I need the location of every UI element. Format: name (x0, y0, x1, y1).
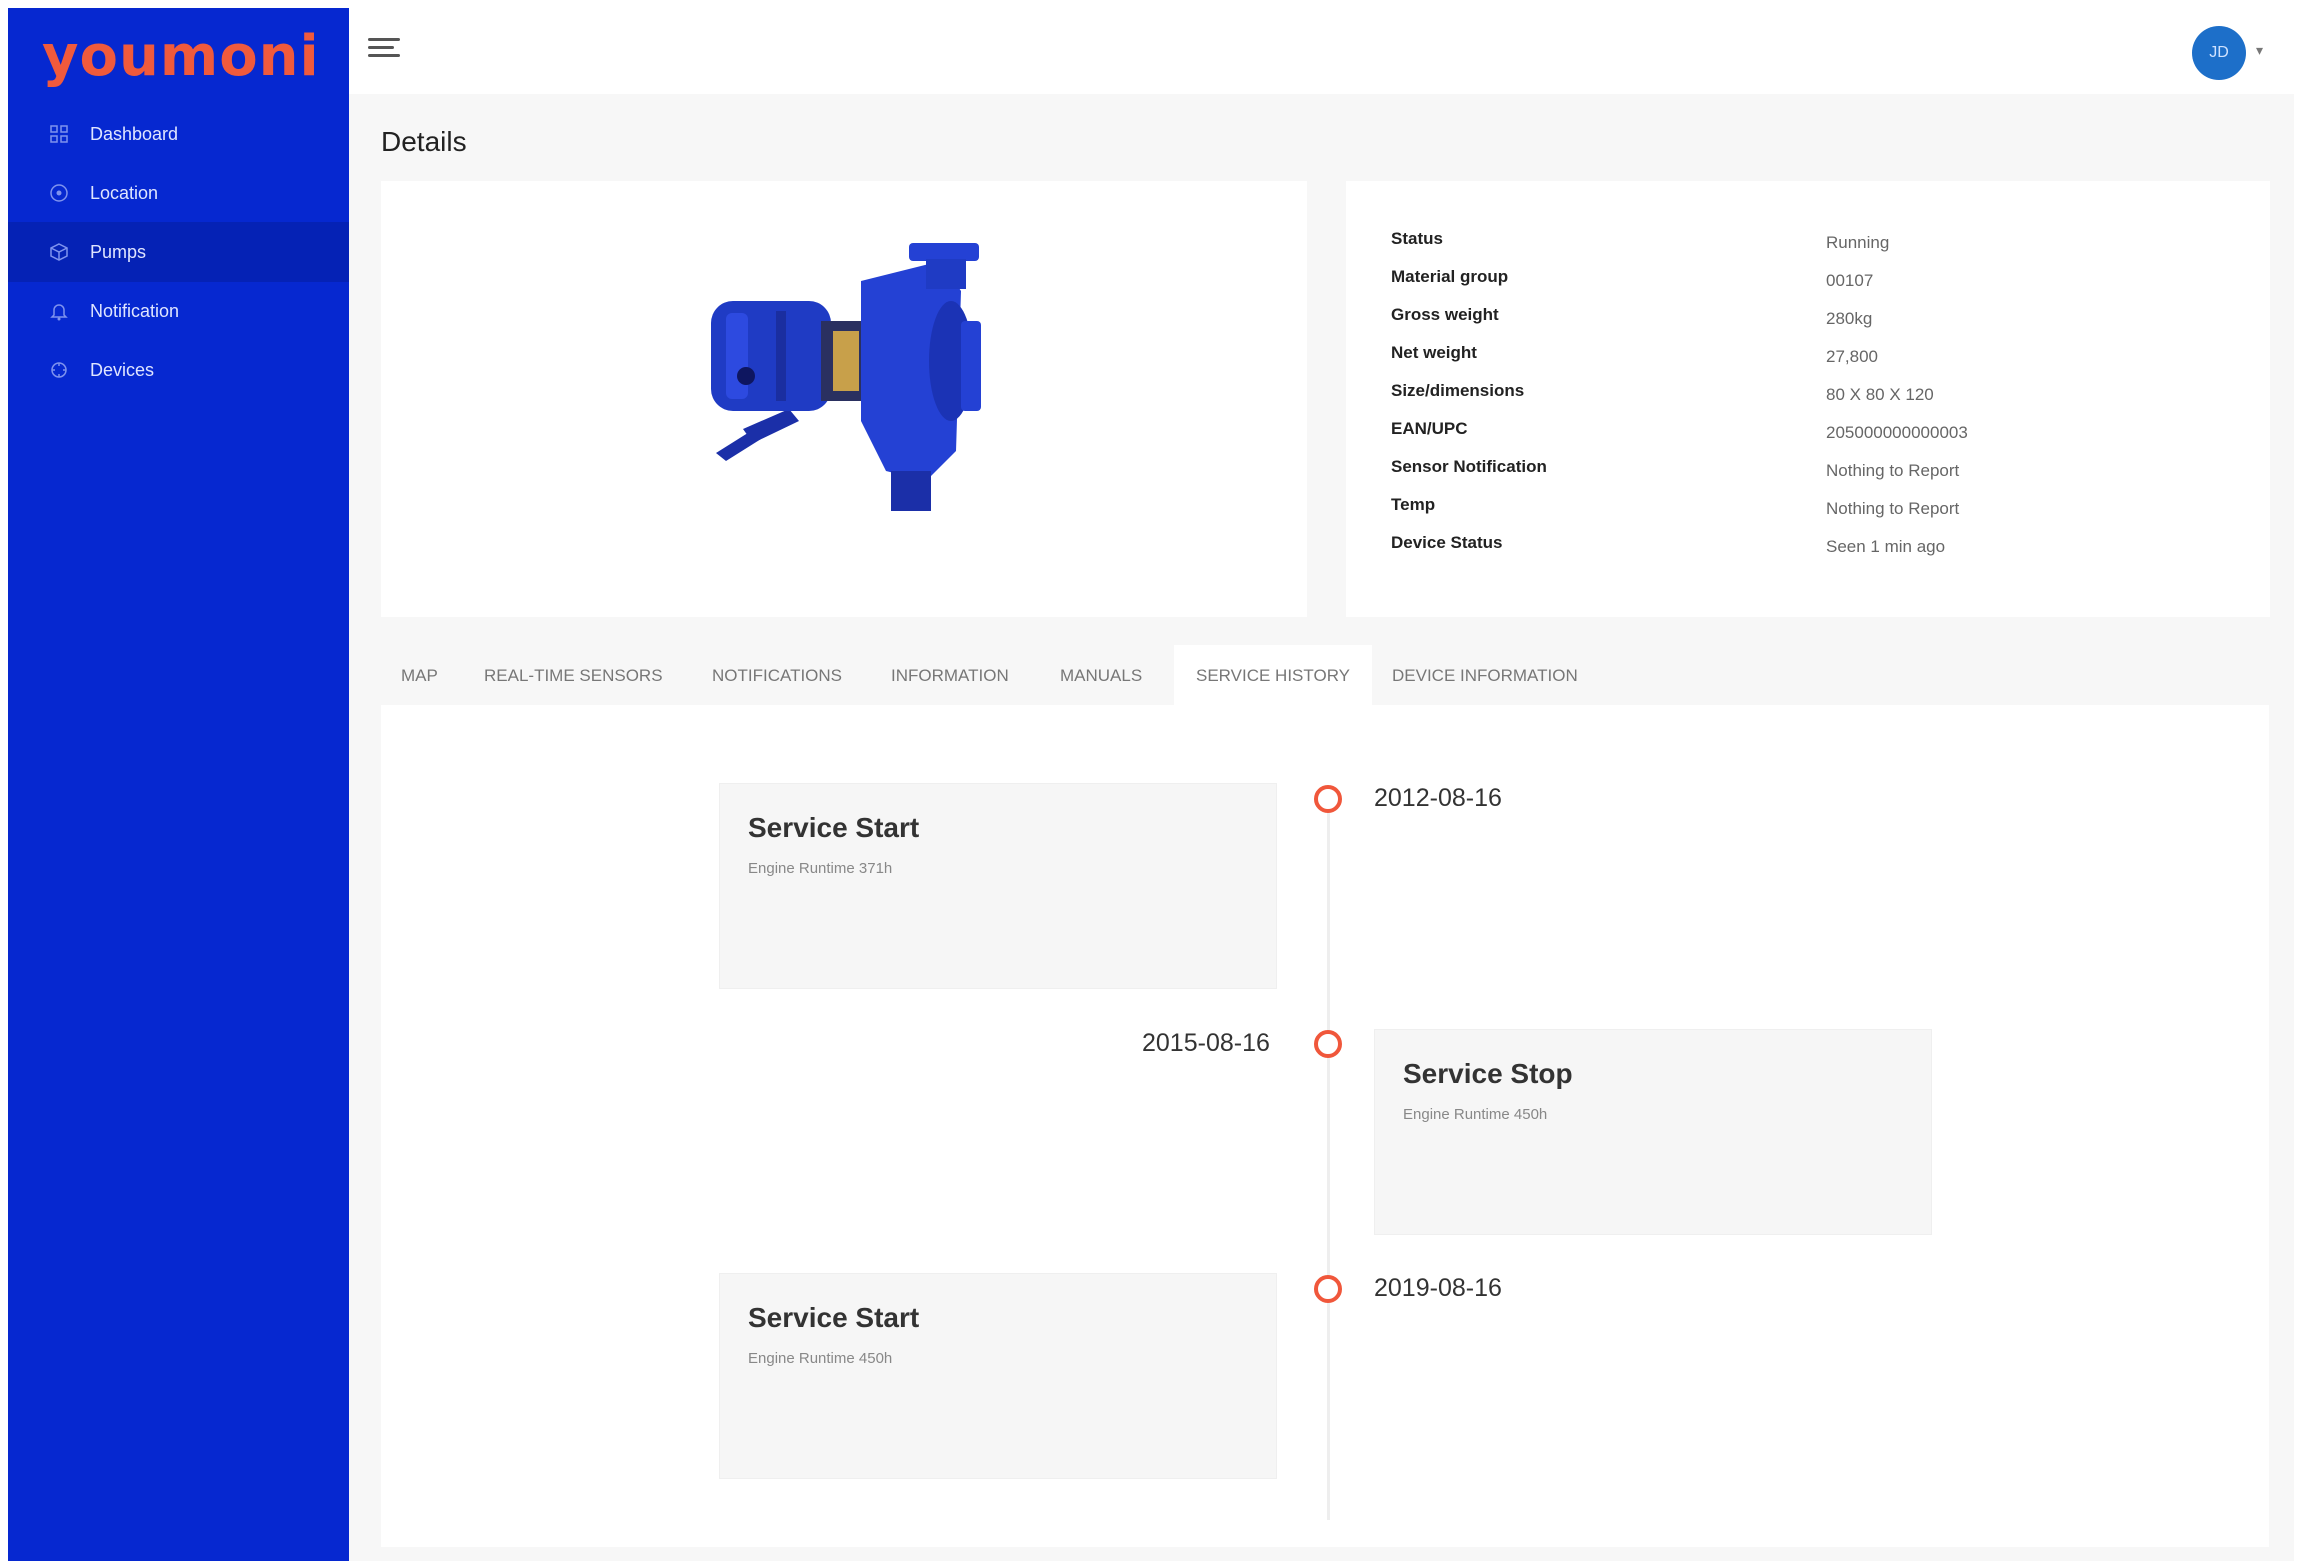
timeline-marker (1314, 1275, 1342, 1303)
pump-icon (46, 239, 72, 265)
spec-value: Nothing to Report (1826, 499, 1960, 518)
sidebar-item-label: Notification (90, 300, 180, 321)
timeline-marker (1314, 785, 1342, 813)
hamburger-icon[interactable] (368, 38, 400, 64)
event-title: Service Start (748, 812, 920, 843)
spec-value: Nothing to Report (1826, 461, 1960, 480)
spec-value: 80 X 80 X 120 (1826, 385, 1934, 404)
specs-card: Status Running Material group 00107 Gros… (1346, 181, 2270, 617)
pump-image-card (381, 181, 1307, 617)
event-subtitle: Engine Runtime 450h (748, 1350, 893, 1367)
page-title: Details (381, 126, 467, 157)
sidebar-item-location[interactable]: Location (8, 163, 349, 223)
spec-value: 00107 (1826, 271, 1874, 290)
sidebar-item-label: Dashboard (90, 123, 179, 144)
device-icon (46, 357, 72, 383)
sidebar-item-label: Devices (90, 359, 155, 380)
spec-value: 205000000000003 (1826, 423, 1968, 442)
spec-row-gross-weight: Gross weight 280kg (1346, 305, 2270, 343)
spec-key: EAN/UPC (1391, 419, 1468, 438)
avatar[interactable]: JD (2192, 26, 2246, 80)
tab-service-history[interactable]: SERVICE HISTORY (1174, 645, 1372, 707)
tab-information[interactable]: INFORMATION (891, 645, 1009, 707)
dashboard-icon (46, 121, 72, 147)
spec-key: Temp (1391, 495, 1436, 514)
spec-row-size-dimensions: Size/dimensions 80 X 80 X 120 (1346, 381, 2270, 419)
sidebar-item-label: Pumps (90, 241, 147, 262)
event-title: Service Stop (1403, 1058, 1573, 1089)
spec-key: Gross weight (1391, 305, 1499, 324)
spec-row-temp: Temp Nothing to Report (1346, 495, 2270, 533)
spec-value: 280kg (1826, 309, 1873, 328)
timeline-event-card: Service Start Engine Runtime 450h (719, 1273, 1277, 1479)
spec-key: Net weight (1391, 343, 1477, 362)
chevron-down-icon[interactable]: ▾ (2256, 42, 2263, 59)
spec-row-material-group: Material group 00107 (1346, 267, 2270, 305)
spec-row-net-weight: Net weight 27,800 (1346, 343, 2270, 381)
spec-key: Status (1391, 229, 1443, 248)
spec-row-sensor-notification: Sensor Notification Nothing to Report (1346, 457, 2270, 495)
spec-key: Material group (1391, 267, 1509, 286)
event-date: 2012-08-16 (1374, 784, 1502, 812)
sidebar-item-notification[interactable]: Notification (8, 281, 349, 341)
spec-row-ean-upc: EAN/UPC 205000000000003 (1346, 419, 2270, 457)
event-subtitle: Engine Runtime 450h (1403, 1106, 1548, 1123)
sidebar-item-dashboard[interactable]: Dashboard (8, 104, 349, 164)
sidebar-item-devices[interactable]: Devices (8, 340, 349, 400)
location-icon (46, 180, 72, 206)
logo: youmoni (42, 24, 320, 89)
timeline-marker (1314, 1030, 1342, 1058)
spec-key: Size/dimensions (1391, 381, 1525, 400)
timeline-line (1327, 790, 1330, 1520)
tab-notifications[interactable]: NOTIFICATIONS (712, 645, 842, 707)
spec-value: Seen 1 min ago (1826, 537, 1946, 556)
top-bar (349, 8, 2298, 94)
sidebar-item-label: Location (90, 182, 159, 203)
tab-map[interactable]: MAP (401, 645, 438, 707)
sidebar: youmoni Dashboard Location Pumps Notific… (8, 8, 349, 1561)
spec-value: Running (1826, 233, 1890, 252)
spec-row-device-status: Device Status Seen 1 min ago (1346, 533, 2270, 571)
pump-image (711, 243, 981, 511)
timeline-event-card: Service Start Engine Runtime 371h (719, 783, 1277, 989)
tab-device-information[interactable]: DEVICE INFORMATION (1392, 645, 1578, 707)
sidebar-item-pumps[interactable]: Pumps (8, 222, 349, 282)
timeline-event-card: Service Stop Engine Runtime 450h (1374, 1029, 1932, 1235)
tab-real-time-sensors[interactable]: REAL-TIME SENSORS (484, 645, 663, 707)
spec-key: Device Status (1391, 533, 1503, 552)
event-date: 2019-08-16 (1374, 1274, 1502, 1302)
event-subtitle: Engine Runtime 371h (748, 860, 893, 877)
bell-icon (46, 298, 72, 324)
event-date: 2015-08-16 (1142, 1029, 1270, 1057)
event-title: Service Start (748, 1302, 920, 1333)
service-history-panel (381, 705, 2269, 1547)
spec-row-status: Status Running (1346, 229, 2270, 267)
spec-value: 27,800 (1826, 347, 1878, 366)
tab-manuals[interactable]: MANUALS (1060, 645, 1142, 707)
spec-key: Sensor Notification (1391, 457, 1547, 476)
